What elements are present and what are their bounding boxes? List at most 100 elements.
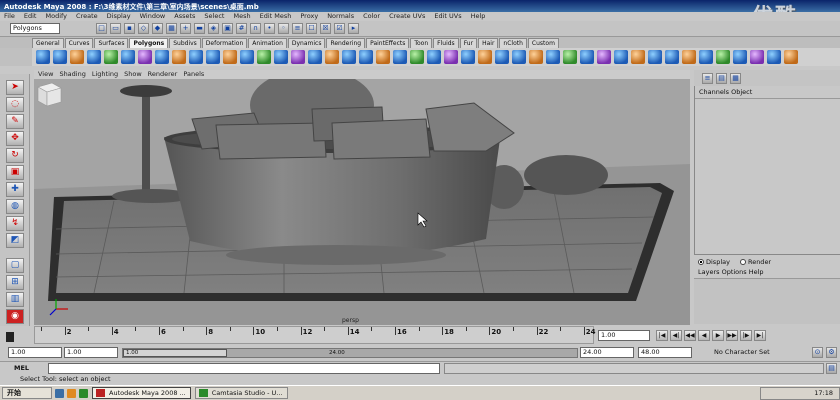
uv-editor-icon[interactable] [767, 50, 781, 64]
append-polygon-icon[interactable] [461, 50, 475, 64]
tab-custom[interactable]: Custom [527, 38, 559, 48]
range-handle[interactable]: 1.00 [123, 349, 227, 357]
play-backwards-icon[interactable]: ◀ [698, 330, 710, 341]
layer-menu[interactable]: Layers Options Help [694, 268, 840, 276]
go-to-end-icon[interactable]: ▶| [754, 330, 766, 341]
render-radio-dot[interactable] [739, 259, 746, 265]
tab-surfaces[interactable]: Surfaces [94, 38, 129, 48]
menu-display[interactable]: Display [107, 12, 131, 21]
menu-edit-uvs[interactable]: Edit UVs [434, 12, 461, 21]
mask-face-icon[interactable]: ◈ [208, 23, 219, 34]
quadrangulate-icon[interactable] [410, 50, 424, 64]
chamfer-icon[interactable] [614, 50, 628, 64]
script-editor-icon[interactable]: ▤ [826, 363, 837, 374]
automatic-uv-icon[interactable] [750, 50, 764, 64]
poly-prism-icon[interactable] [138, 50, 152, 64]
tab-rendering[interactable]: Rendering [326, 38, 366, 48]
menu-set-select[interactable]: Polygons [10, 23, 60, 34]
lasso-tool-icon[interactable]: ◌ [6, 97, 24, 112]
fill-hole-icon[interactable] [427, 50, 441, 64]
snap-grid-icon[interactable]: # [236, 23, 247, 34]
planar-uv-icon[interactable] [699, 50, 713, 64]
animation-start-field[interactable]: 1.00 [8, 347, 62, 358]
display-radio-dot[interactable] [698, 259, 704, 265]
poly-soccerball-icon[interactable] [206, 50, 220, 64]
mask-edge-icon[interactable]: ▬ [194, 23, 205, 34]
bevel-icon[interactable] [563, 50, 577, 64]
snap-point-icon[interactable]: • [264, 23, 275, 34]
poly-platonic-icon[interactable] [223, 50, 237, 64]
display-radio[interactable]: Display [698, 258, 730, 266]
playback-start-field[interactable]: 1.00 [64, 347, 118, 358]
select-component-icon[interactable]: ▦ [166, 23, 177, 34]
tab-hair[interactable]: Hair [478, 38, 499, 48]
panel-menu-lighting[interactable]: Lighting [92, 70, 118, 79]
layer-list[interactable] [694, 278, 840, 324]
mask-vertex-icon[interactable]: + [180, 23, 191, 34]
menu-proxy[interactable]: Proxy [300, 12, 318, 21]
select-object-icon[interactable]: ◆ [152, 23, 163, 34]
outliner-layout-icon[interactable]: ◉ [6, 309, 24, 324]
insert-edge-loop-icon[interactable] [495, 50, 509, 64]
boolean-intersect-icon[interactable] [342, 50, 356, 64]
view-cube-icon[interactable] [34, 79, 64, 109]
tab-general[interactable]: General [32, 38, 64, 48]
tab-fluids[interactable]: Fluids [433, 38, 459, 48]
cleanup-icon[interactable] [376, 50, 390, 64]
step-forward-icon[interactable]: |▶ [740, 330, 752, 341]
extrude-icon[interactable] [529, 50, 543, 64]
mirror-icon[interactable] [359, 50, 373, 64]
open-scene-icon[interactable]: ▭ [110, 23, 121, 34]
tab-polygons[interactable]: Polygons [129, 38, 169, 48]
character-set-menu[interactable]: No Character Set [714, 347, 796, 358]
tab-dynamics[interactable]: Dynamics [287, 38, 326, 48]
render-radio[interactable]: Render [739, 258, 771, 266]
combine-icon[interactable] [240, 50, 254, 64]
reduce-icon[interactable] [444, 50, 458, 64]
snap-curve-icon[interactable]: ∩ [250, 23, 261, 34]
poly-torus-icon[interactable] [121, 50, 135, 64]
panel-menu-shading[interactable]: Shading [59, 70, 85, 79]
universal-manipulator-icon[interactable]: ✚ [6, 182, 24, 197]
menu-file[interactable]: File [4, 12, 15, 21]
step-back-key-icon[interactable]: ◀◀ [684, 330, 696, 341]
animation-end-field[interactable]: 48.00 [638, 347, 692, 358]
smooth-icon[interactable] [291, 50, 305, 64]
scale-tool-icon[interactable]: ▣ [6, 165, 24, 180]
soft-modification-icon[interactable]: ◍ [6, 199, 24, 214]
menu-help[interactable]: Help [471, 12, 486, 21]
bridge-icon[interactable] [546, 50, 560, 64]
tab-subdivs[interactable]: Subdivs [169, 38, 201, 48]
poly-cylinder-icon[interactable] [70, 50, 84, 64]
history-icon[interactable]: ≡ [292, 23, 303, 34]
tab-toon[interactable]: Toon [410, 38, 433, 48]
taskbar-item[interactable]: Camtasia Studio - U... [194, 387, 288, 399]
auto-key-icon[interactable]: ⊙ [812, 347, 823, 358]
four-pane-layout-icon[interactable]: ⊞ [6, 275, 24, 290]
separate-icon[interactable] [257, 50, 271, 64]
cylindrical-uv-icon[interactable] [716, 50, 730, 64]
single-pane-layout-icon[interactable]: ▢ [6, 258, 24, 273]
menu-edit-mesh[interactable]: Edit Mesh [260, 12, 292, 21]
panel-menu-panels[interactable]: Panels [183, 70, 204, 79]
input-field-icon[interactable]: ▸ [348, 23, 359, 34]
poly-helix-icon[interactable] [189, 50, 203, 64]
quick-launch-browser-icon[interactable] [67, 388, 76, 398]
extract-icon[interactable] [274, 50, 288, 64]
mask-uv-icon[interactable]: ▣ [222, 23, 233, 34]
sculpt-icon[interactable] [784, 50, 798, 64]
attribute-editor-toggle-icon[interactable]: ▤ [716, 73, 727, 84]
new-scene-icon[interactable]: □ [96, 23, 107, 34]
move-tool-icon[interactable]: ✥ [6, 131, 24, 146]
two-pane-layout-icon[interactable]: ▥ [6, 292, 24, 307]
channel-box-header[interactable]: Channels Object [695, 86, 840, 99]
play-forwards-icon[interactable]: ▶ [712, 330, 724, 341]
step-back-icon[interactable]: ◀| [670, 330, 682, 341]
triangulate-icon[interactable] [393, 50, 407, 64]
tab-painteffects[interactable]: PaintEffects [366, 38, 410, 48]
time-marker[interactable] [6, 332, 14, 342]
select-hierarchy-icon[interactable]: ◇ [138, 23, 149, 34]
show-manipulator-icon[interactable]: ↯ [6, 216, 24, 231]
split-polygon-icon[interactable] [478, 50, 492, 64]
go-to-start-icon[interactable]: |◀ [656, 330, 668, 341]
